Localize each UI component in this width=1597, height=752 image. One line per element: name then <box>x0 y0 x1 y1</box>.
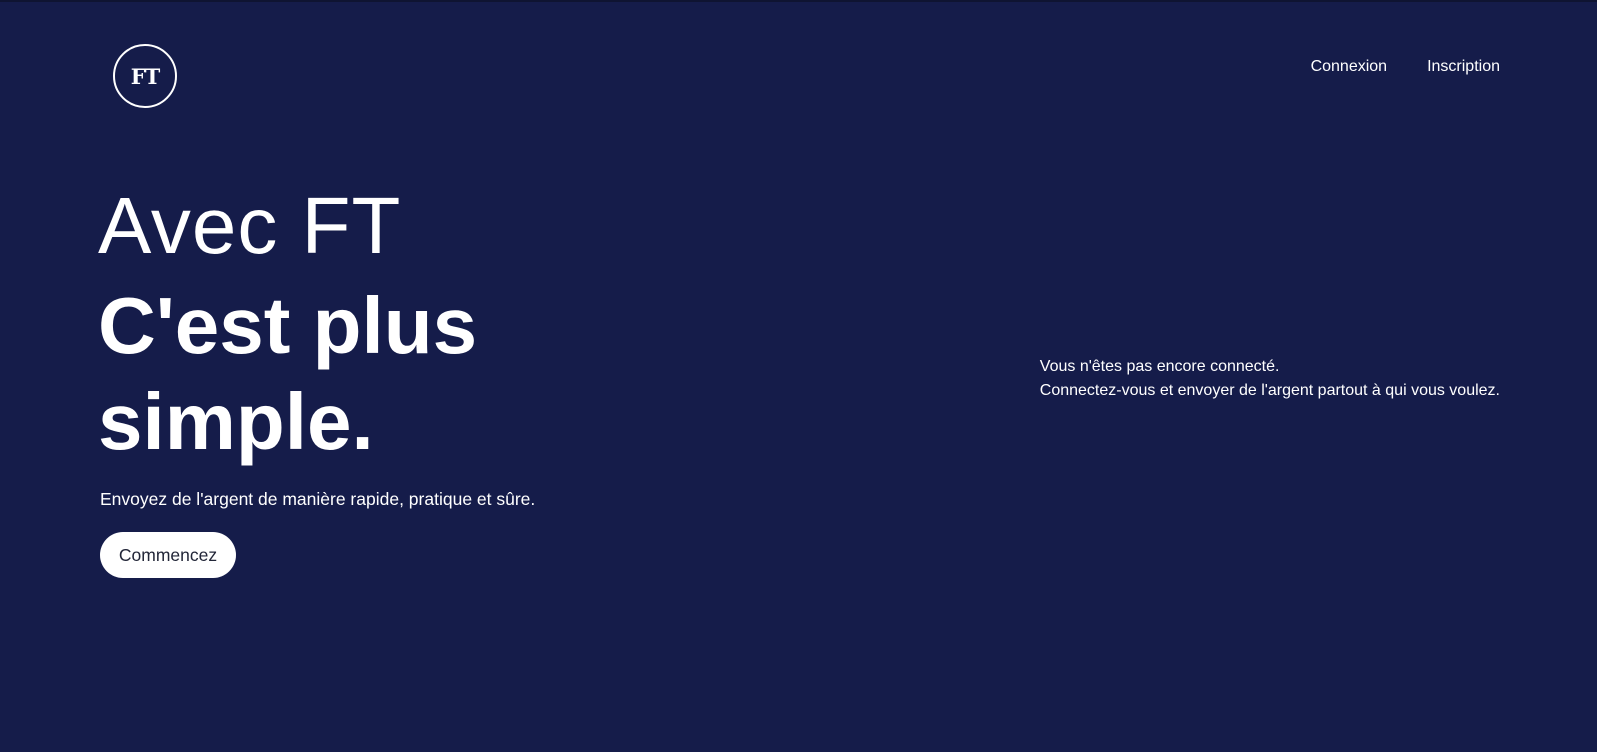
login-link[interactable]: Connexion <box>1311 58 1388 76</box>
signup-link[interactable]: Inscription <box>1427 58 1500 76</box>
top-nav: Connexion Inscription <box>1311 58 1500 76</box>
hero-title-bold: C'est plus simple. <box>98 281 478 466</box>
logo-text: FT <box>130 63 161 89</box>
notice-line-1: Vous n'êtes pas encore connecté. <box>1039 358 1280 375</box>
hero-title-light: Avec FT <box>98 181 402 270</box>
hero-subtitle: Envoyez de l'argent de manière rapide, p… <box>100 489 536 509</box>
top-border <box>0 0 1597 2</box>
get-started-button[interactable]: Commencez <box>100 532 236 578</box>
notice-line-2: Connectez-vous et envoyer de l'argent pa… <box>1039 382 1500 399</box>
ft-logo[interactable]: FT <box>113 44 177 108</box>
login-notice: Vous n'êtes pas encore connecté. Connect… <box>1040 355 1500 403</box>
